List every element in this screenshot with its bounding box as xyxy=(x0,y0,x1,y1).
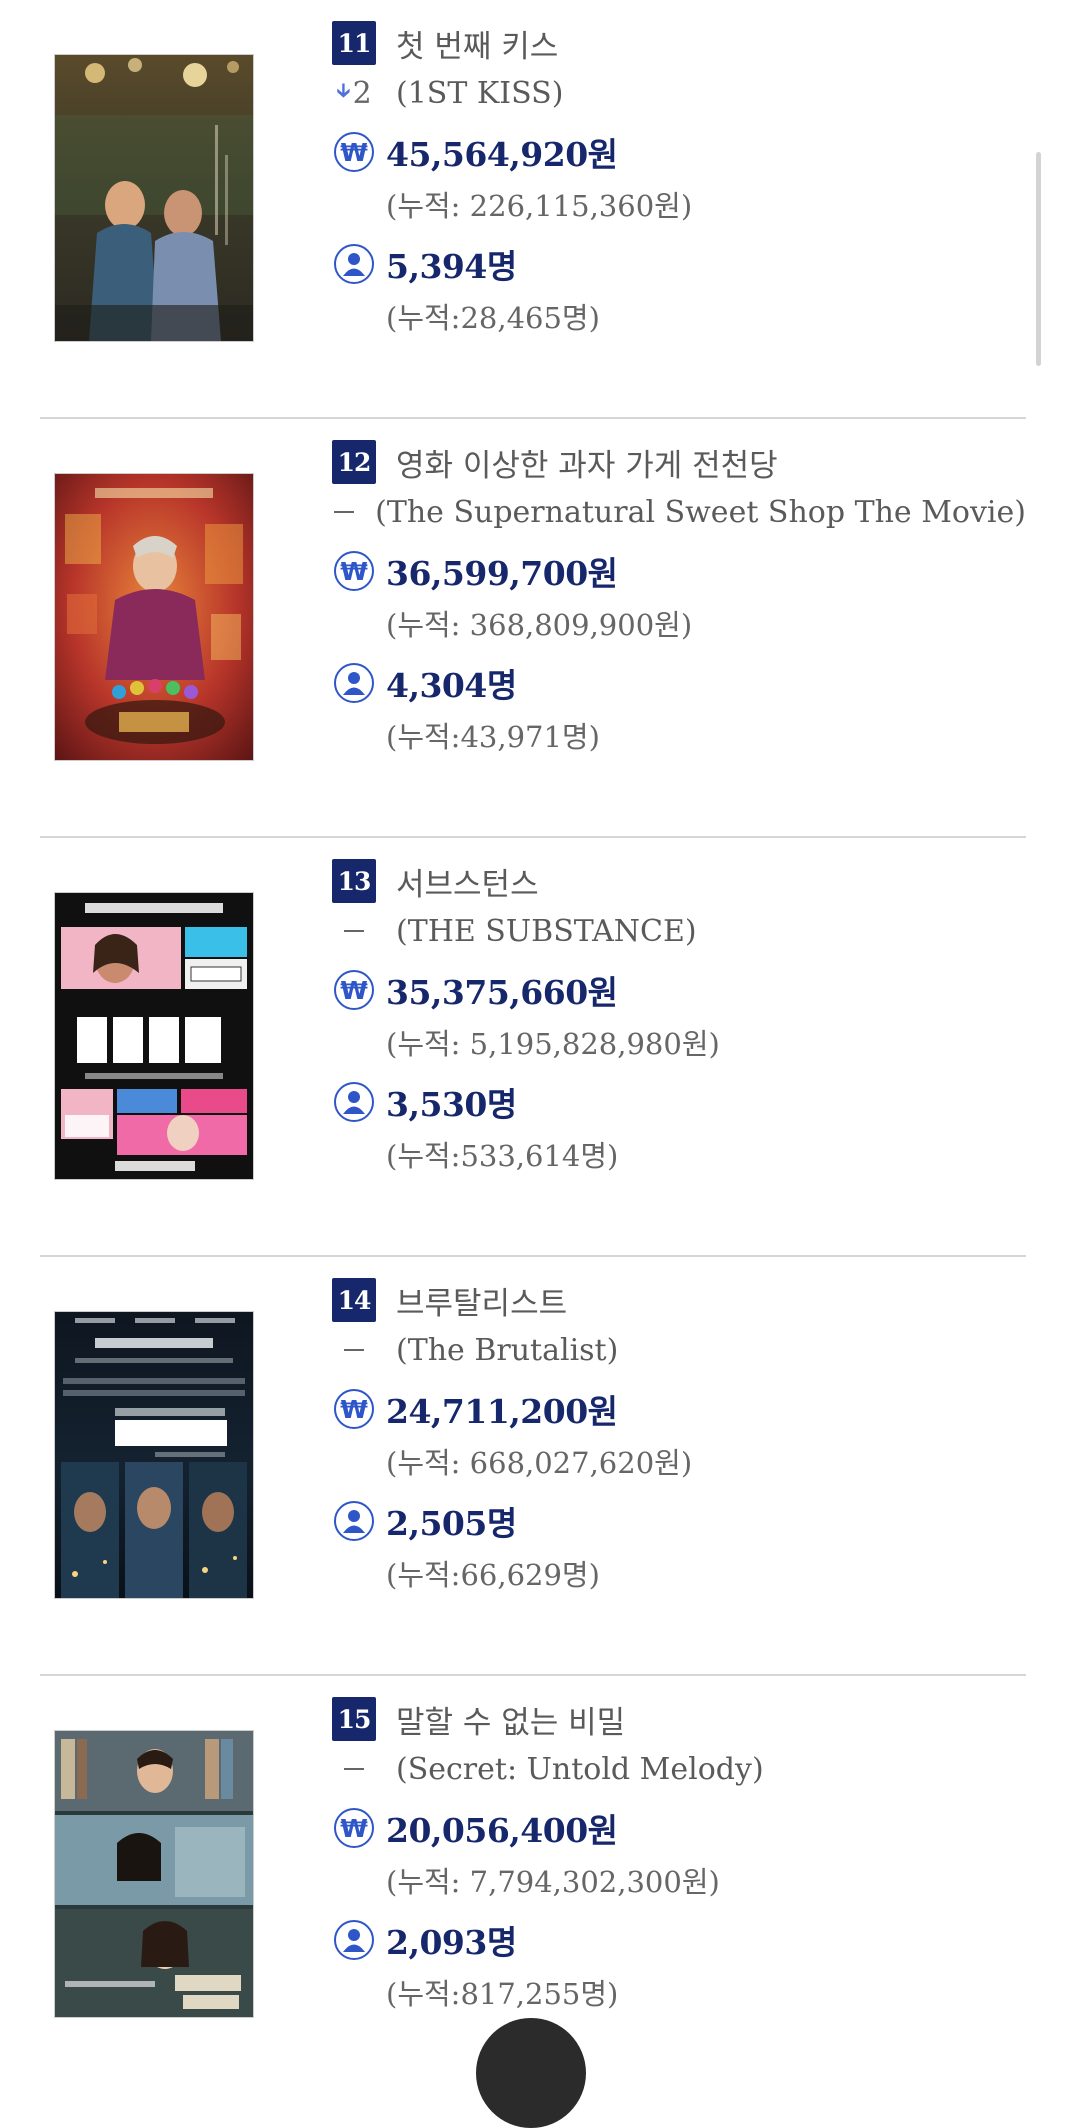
box-office-list: 11 첫 번째 키스 🡳 2 (1ST KISS) ₩ 45,564,920원 … xyxy=(40,0,1026,2095)
sales-row: ₩ 24,711,200원 xyxy=(332,1381,1026,1437)
rank-badge: 12 xyxy=(332,440,376,484)
movie-title-english: (The Brutalist) xyxy=(396,1332,619,1368)
audience-row: 5,394명 xyxy=(332,236,1026,292)
cumulative-audience: (누적:28,465명) xyxy=(386,301,600,335)
rank-change xyxy=(332,511,355,513)
won-circle-icon: ₩ xyxy=(334,1389,374,1429)
movie-poster[interactable] xyxy=(54,54,254,342)
rank-badge: 14 xyxy=(332,1278,376,1322)
movie-poster[interactable] xyxy=(54,1730,254,2018)
person-circle-icon xyxy=(334,244,374,284)
movie-title-english: (THE SUBSTANCE) xyxy=(396,913,697,949)
daily-audience: 3,530명 xyxy=(386,1085,517,1124)
cumulative-sales: (누적: 226,115,360원) xyxy=(386,189,693,223)
rank-change xyxy=(332,1768,376,1770)
movie-info: 13 서브스턴스 (THE SUBSTANCE) ₩ 35,375,660원 (… xyxy=(332,858,1026,1182)
cumulative-audience: (누적:817,255명) xyxy=(386,1977,619,2011)
movie-poster[interactable] xyxy=(54,473,254,761)
dash-icon xyxy=(344,1349,364,1351)
list-item[interactable]: 12 영화 이상한 과자 가게 전천당 (The Supernatural Sw… xyxy=(40,419,1026,838)
floating-action-button[interactable] xyxy=(476,2018,586,2128)
subtitle-row: (The Supernatural Sweet Shop The Movie) xyxy=(332,485,1026,539)
movie-info: 14 브루탈리스트 (The Brutalist) ₩ 24,711,200원 … xyxy=(332,1277,1026,1601)
title-row: 15 말할 수 없는 비밀 xyxy=(332,1696,1026,1742)
arrow-down-icon: 🡳 xyxy=(336,78,351,102)
subtitle-row: (The Brutalist) xyxy=(332,1323,1026,1377)
dash-icon xyxy=(333,511,354,513)
movie-title-korean[interactable]: 말할 수 없는 비밀 xyxy=(396,1697,625,1742)
movie-title-korean[interactable]: 브루탈리스트 xyxy=(396,1278,567,1323)
sales-row: ₩ 45,564,920원 xyxy=(332,124,1026,180)
cumulative-sales: (누적: 668,027,620원) xyxy=(386,1446,693,1480)
won-circle-icon: ₩ xyxy=(334,970,374,1010)
movie-poster[interactable] xyxy=(54,1311,254,1599)
won-circle-icon: ₩ xyxy=(334,132,374,172)
rank-change xyxy=(332,930,376,932)
subtitle-row: (Secret: Untold Melody) xyxy=(332,1742,1026,1796)
list-item[interactable]: 11 첫 번째 키스 🡳 2 (1ST KISS) ₩ 45,564,920원 … xyxy=(40,0,1026,419)
cumulative-audience: (누적:66,629명) xyxy=(386,1558,600,1592)
title-row: 13 서브스턴스 xyxy=(332,858,1026,904)
movie-title-english: (Secret: Untold Melody) xyxy=(396,1751,764,1787)
rank-change xyxy=(332,1349,376,1351)
cumulative-sales: (누적: 368,809,900원) xyxy=(386,608,693,642)
won-circle-icon: ₩ xyxy=(334,1808,374,1848)
audience-row: 3,530명 xyxy=(332,1074,1026,1130)
daily-audience: 2,505명 xyxy=(386,1504,517,1543)
rank-change: 🡳 2 xyxy=(332,76,376,111)
movie-title-korean[interactable]: 첫 번째 키스 xyxy=(396,21,558,66)
scrollbar-thumb[interactable] xyxy=(1036,152,1041,366)
cumulative-audience: (누적:533,614명) xyxy=(386,1139,619,1173)
rank-change-value: 2 xyxy=(352,75,372,111)
movie-poster[interactable] xyxy=(54,892,254,1180)
daily-audience: 5,394명 xyxy=(386,247,517,286)
cumulative-audience: (누적:43,971명) xyxy=(386,720,600,754)
daily-audience: 2,093명 xyxy=(386,1923,517,1962)
movie-info: 11 첫 번째 키스 🡳 2 (1ST KISS) ₩ 45,564,920원 … xyxy=(332,20,1026,344)
movie-info: 15 말할 수 없는 비밀 (Secret: Untold Melody) ₩ … xyxy=(332,1696,1026,2020)
daily-sales: 45,564,920원 xyxy=(386,135,618,174)
title-row: 14 브루탈리스트 xyxy=(332,1277,1026,1323)
subtitle-row: 🡳 2 (1ST KISS) xyxy=(332,66,1026,120)
rank-badge: 15 xyxy=(332,1697,376,1741)
list-item[interactable]: 13 서브스턴스 (THE SUBSTANCE) ₩ 35,375,660원 (… xyxy=(40,838,1026,1257)
won-circle-icon: ₩ xyxy=(334,551,374,591)
movie-title-english: (The Supernatural Sweet Shop The Movie) xyxy=(375,494,1026,530)
daily-sales: 36,599,700원 xyxy=(386,554,618,593)
list-item[interactable]: 14 브루탈리스트 (The Brutalist) ₩ 24,711,200원 … xyxy=(40,1257,1026,1676)
sales-row: ₩ 36,599,700원 xyxy=(332,543,1026,599)
daily-sales: 24,711,200원 xyxy=(386,1392,618,1431)
movie-title-english: (1ST KISS) xyxy=(396,75,564,111)
rank-badge: 13 xyxy=(332,859,376,903)
movie-info: 12 영화 이상한 과자 가게 전천당 (The Supernatural Sw… xyxy=(332,439,1026,763)
sales-row: ₩ 20,056,400원 xyxy=(332,1800,1026,1856)
title-row: 12 영화 이상한 과자 가게 전천당 xyxy=(332,439,1026,485)
title-row: 11 첫 번째 키스 xyxy=(332,20,1026,66)
sales-row: ₩ 35,375,660원 xyxy=(332,962,1026,1018)
audience-row: 2,505명 xyxy=(332,1493,1026,1549)
person-circle-icon xyxy=(334,663,374,703)
daily-sales: 35,375,660원 xyxy=(386,973,618,1012)
daily-sales: 20,056,400원 xyxy=(386,1811,618,1850)
dash-icon xyxy=(344,1768,364,1770)
audience-row: 2,093명 xyxy=(332,1912,1026,1968)
cumulative-sales: (누적: 5,195,828,980원) xyxy=(386,1027,720,1061)
cumulative-sales: (누적: 7,794,302,300원) xyxy=(386,1865,720,1899)
movie-title-korean[interactable]: 서브스턴스 xyxy=(396,859,539,904)
daily-audience: 4,304명 xyxy=(386,666,517,705)
subtitle-row: (THE SUBSTANCE) xyxy=(332,904,1026,958)
dash-icon xyxy=(344,930,364,932)
person-circle-icon xyxy=(334,1501,374,1541)
rank-badge: 11 xyxy=(332,21,376,65)
person-circle-icon xyxy=(334,1082,374,1122)
person-circle-icon xyxy=(334,1920,374,1960)
audience-row: 4,304명 xyxy=(332,655,1026,711)
movie-title-korean[interactable]: 영화 이상한 과자 가게 전천당 xyxy=(396,440,778,485)
